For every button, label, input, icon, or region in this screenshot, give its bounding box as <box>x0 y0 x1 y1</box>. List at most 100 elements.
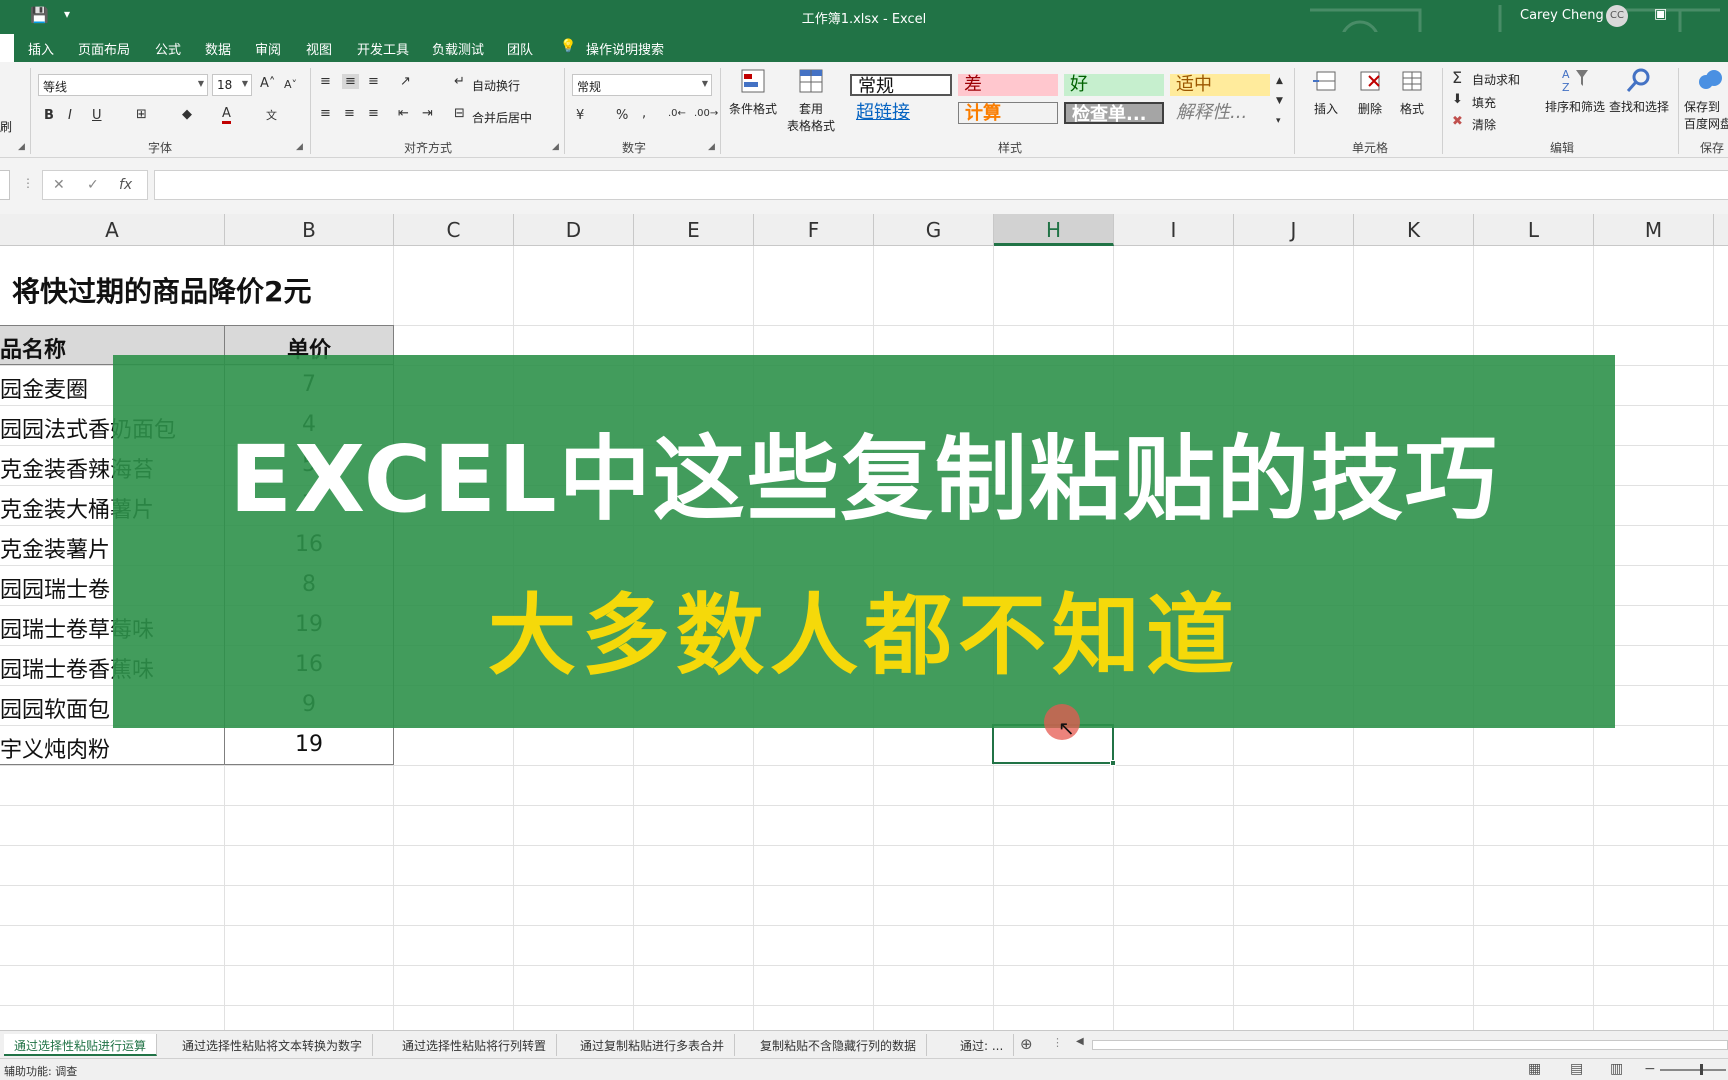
column-header-l[interactable]: L <box>1474 214 1594 246</box>
column-header-e[interactable]: E <box>634 214 754 246</box>
italic-button[interactable]: I <box>68 108 72 123</box>
add-sheet-icon[interactable]: ⊕ <box>1020 1035 1033 1053</box>
align-center-icon[interactable]: ≡ <box>344 106 355 121</box>
delete-cells-button[interactable]: 删除 <box>1346 68 1394 117</box>
fill-handle[interactable] <box>1110 760 1116 766</box>
percent-icon[interactable]: % <box>616 108 628 123</box>
merge-center-button[interactable]: 合并后居中 <box>472 109 532 126</box>
column-header-d[interactable]: D <box>514 214 634 246</box>
tab-insert[interactable]: 插入 <box>28 39 54 58</box>
align-top-icon[interactable]: ≡ <box>320 74 331 89</box>
wrap-text-icon[interactable]: ↵ <box>454 74 465 89</box>
sheet-tab[interactable]: 通过选择性粘贴将行列转置 <box>392 1034 558 1056</box>
tab-view[interactable]: 视图 <box>306 39 332 58</box>
find-select-button[interactable]: 查找和选择 <box>1606 66 1672 115</box>
horizontal-scrollbar[interactable] <box>1092 1040 1728 1050</box>
comma-icon[interactable]: , <box>642 106 646 121</box>
scroll-left-icon[interactable]: ◀ <box>1076 1036 1084 1047</box>
underline-button[interactable]: U <box>92 108 102 123</box>
format-painter-stub[interactable]: 刷 <box>0 118 12 135</box>
align-middle-icon[interactable]: ≡ <box>342 74 359 89</box>
zoom-out-icon[interactable]: − <box>1644 1061 1656 1077</box>
page-break-view-icon[interactable]: ▥ <box>1610 1061 1623 1077</box>
zoom-slider-thumb[interactable] <box>1700 1064 1703 1075</box>
column-header-m[interactable]: M <box>1594 214 1714 246</box>
sort-filter-button[interactable]: AZ 排序和筛选 <box>1540 66 1610 115</box>
header-product-name[interactable]: 品名称 <box>0 332 66 364</box>
styles-scroll-up-icon[interactable]: ▲ <box>1276 76 1283 86</box>
table-row-name[interactable]: 园园瑞士卷 <box>0 572 110 604</box>
fill-icon[interactable]: ⬇ <box>1452 92 1463 107</box>
table-row-name[interactable]: 园园软面包 <box>0 692 110 724</box>
accessibility-status[interactable]: 辅助功能: 调查 <box>4 1063 77 1079</box>
column-header-b[interactable]: B <box>225 214 394 246</box>
tab-team[interactable]: 团队 <box>507 39 533 58</box>
style-neutral[interactable]: 适中 <box>1170 74 1270 96</box>
number-launcher-icon[interactable]: ◢ <box>708 142 715 152</box>
tab-home-stub[interactable] <box>0 34 14 62</box>
currency-icon[interactable]: ¥ <box>576 108 584 123</box>
tab-data[interactable]: 数据 <box>205 39 231 58</box>
tab-load-test[interactable]: 负载测试 <box>432 39 484 58</box>
name-box[interactable] <box>0 170 10 200</box>
align-bottom-icon[interactable]: ≡ <box>368 74 379 89</box>
style-hyperlink[interactable]: 超链接 <box>850 102 952 124</box>
sheet-title[interactable]: 将快过期的商品降价2元 <box>12 270 311 310</box>
table-row-name[interactable]: 园金麦圈 <box>0 372 88 404</box>
style-normal[interactable]: 常规 <box>850 74 952 96</box>
autosum-button[interactable]: 自动求和 <box>1472 71 1520 88</box>
normal-view-icon[interactable]: ▦ <box>1528 1061 1541 1077</box>
font-launcher-icon[interactable]: ◢ <box>296 142 303 152</box>
table-row-name[interactable]: 宇义炖肉粉 <box>0 732 110 764</box>
sheet-tab[interactable]: 复制粘贴不含隐藏行列的数据 <box>750 1034 928 1056</box>
column-header-a[interactable]: A <box>0 214 225 246</box>
merge-icon[interactable]: ⊟ <box>454 106 465 121</box>
number-format-select[interactable]: 常规 ▼ <box>572 74 712 96</box>
style-good[interactable]: 好 <box>1064 74 1164 96</box>
tab-developer[interactable]: 开发工具 <box>357 39 409 58</box>
page-layout-view-icon[interactable]: ▤ <box>1570 1061 1583 1077</box>
sheet-tab[interactable]: 通过: ... <box>950 1034 1015 1056</box>
increase-decimal-icon[interactable]: .0← <box>668 108 686 119</box>
font-name-select[interactable]: 等线 ▼ <box>38 74 208 96</box>
zoom-slider[interactable] <box>1660 1069 1726 1071</box>
column-header-f[interactable]: F <box>754 214 874 246</box>
orientation-icon[interactable]: ↗ <box>400 74 411 89</box>
cancel-icon[interactable]: ✕ <box>53 177 65 193</box>
clear-icon[interactable]: ✖ <box>1452 114 1463 129</box>
insert-cells-button[interactable]: 插入 <box>1302 68 1350 117</box>
column-header-i[interactable]: I <box>1114 214 1234 246</box>
column-header-k[interactable]: K <box>1354 214 1474 246</box>
sheet-tab[interactable]: 通过选择性粘贴将文本转换为数字 <box>172 1034 374 1056</box>
column-header-g[interactable]: G <box>874 214 994 246</box>
clipboard-launcher-icon[interactable]: ◢ <box>18 142 25 152</box>
save-baidu-button[interactable]: 保存到 百度网盘 <box>1684 66 1728 132</box>
autosum-icon[interactable]: Σ <box>1452 68 1462 87</box>
formula-input[interactable] <box>154 170 1728 200</box>
increase-font-icon[interactable]: A˄ <box>260 76 275 91</box>
tab-page-layout[interactable]: 页面布局 <box>78 39 130 58</box>
style-check-cell[interactable]: 检查单... <box>1064 102 1164 124</box>
column-header-j[interactable]: J <box>1234 214 1354 246</box>
sheet-tab[interactable]: 通过复制粘贴进行多表合并 <box>570 1034 736 1056</box>
ribbon-display-options-icon[interactable]: ▣ <box>1654 6 1667 22</box>
styles-more-icon[interactable]: ▾ <box>1276 116 1281 126</box>
avatar[interactable]: CC <box>1606 5 1628 27</box>
alignment-launcher-icon[interactable]: ◢ <box>552 142 559 152</box>
sheet-tab[interactable]: 通过选择性粘贴进行运算 <box>4 1034 158 1056</box>
user-name[interactable]: Carey Cheng <box>1520 8 1604 23</box>
align-left-icon[interactable]: ≡ <box>320 106 331 121</box>
tell-me-search[interactable]: 操作说明搜索 <box>586 39 664 58</box>
tab-review[interactable]: 审阅 <box>255 39 281 58</box>
column-header-h[interactable]: H <box>994 214 1114 246</box>
font-color-icon[interactable]: A <box>222 106 231 124</box>
borders-icon[interactable]: ⊞ <box>136 107 147 122</box>
fill-color-icon[interactable]: ◆ <box>182 107 192 122</box>
style-explanatory[interactable]: 解释性... <box>1170 102 1270 124</box>
conditional-format-button[interactable]: 条件格式 <box>726 68 780 117</box>
clear-button[interactable]: 清除 <box>1472 116 1496 133</box>
phonetic-icon[interactable]: 文 <box>266 107 277 123</box>
bold-button[interactable]: B <box>44 108 54 123</box>
insert-function-icon[interactable]: fx <box>119 177 132 193</box>
decrease-font-icon[interactable]: A˅ <box>284 78 297 91</box>
